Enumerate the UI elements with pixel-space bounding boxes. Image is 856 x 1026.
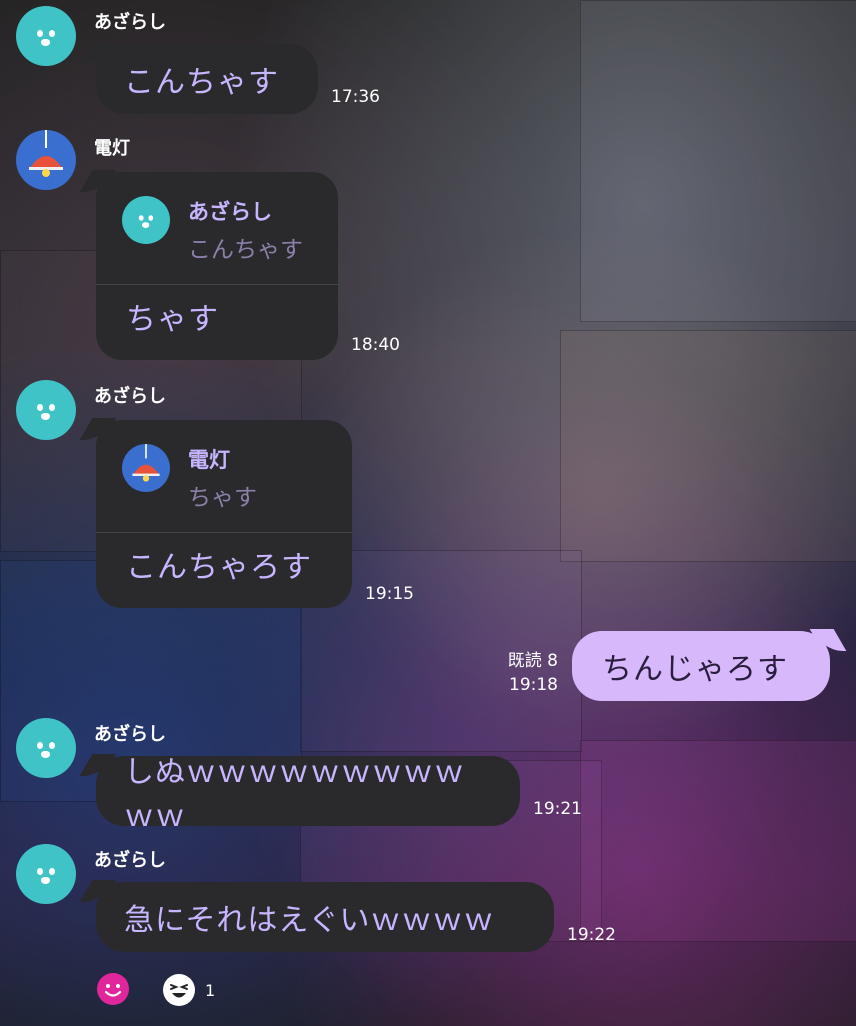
reply-message-bubble[interactable]: あざらし こんちゃす ちゃす [96, 172, 338, 360]
message-time: 19:22 [567, 925, 616, 945]
message-time: 19:18 [509, 675, 558, 695]
message-bubble[interactable]: しぬｗｗｗｗｗｗｗｗｗｗｗ [96, 755, 520, 834]
sender-name: あざらし [94, 724, 166, 745]
seal-avatar-icon[interactable] [16, 844, 76, 904]
message-time: 19:21 [533, 799, 582, 819]
sender-name: あざらし [94, 850, 166, 871]
message-bubble[interactable]: こんちゃす [96, 44, 318, 114]
lamp-avatar-icon [122, 444, 170, 492]
quoted-message[interactable]: あざらし こんちゃす [96, 172, 338, 285]
message-bubble[interactable]: 急にそれはえぐいｗｗｗｗ [96, 882, 554, 952]
laugh-reaction-icon[interactable] [162, 973, 196, 1011]
seal-avatar-icon [122, 196, 170, 244]
quoted-sender: 電灯 [188, 448, 230, 472]
seal-avatar-icon[interactable] [16, 380, 76, 440]
quoted-text: こんちゃす [188, 237, 303, 263]
smile-reaction-icon[interactable] [96, 972, 130, 1010]
message-text: こんちゃろす [126, 550, 312, 585]
reply-message-bubble[interactable]: 電灯 ちゃす こんちゃろす [96, 420, 352, 608]
sender-name: あざらし [94, 12, 166, 33]
message-text: ちゃす [126, 302, 219, 337]
reaction-count: 1 [205, 981, 216, 1000]
message-time: 19:15 [365, 584, 414, 604]
read-count: 既読 8 [507, 651, 558, 671]
quoted-text: ちゃす [188, 485, 257, 511]
my-message-bubble[interactable]: ちんじゃろす [572, 631, 830, 701]
seal-avatar-icon[interactable] [16, 718, 76, 778]
sender-name: 電灯 [94, 138, 130, 159]
message-time: 18:40 [351, 335, 400, 355]
seal-avatar-icon[interactable] [16, 6, 76, 66]
quoted-sender: あざらし [188, 200, 272, 224]
lamp-avatar-icon[interactable] [16, 130, 76, 190]
sender-name: あざらし [94, 386, 166, 407]
quoted-message[interactable]: 電灯 ちゃす [96, 420, 352, 533]
message-time: 17:36 [331, 87, 380, 107]
read-receipt: 既読 8 19:18 [490, 649, 558, 697]
